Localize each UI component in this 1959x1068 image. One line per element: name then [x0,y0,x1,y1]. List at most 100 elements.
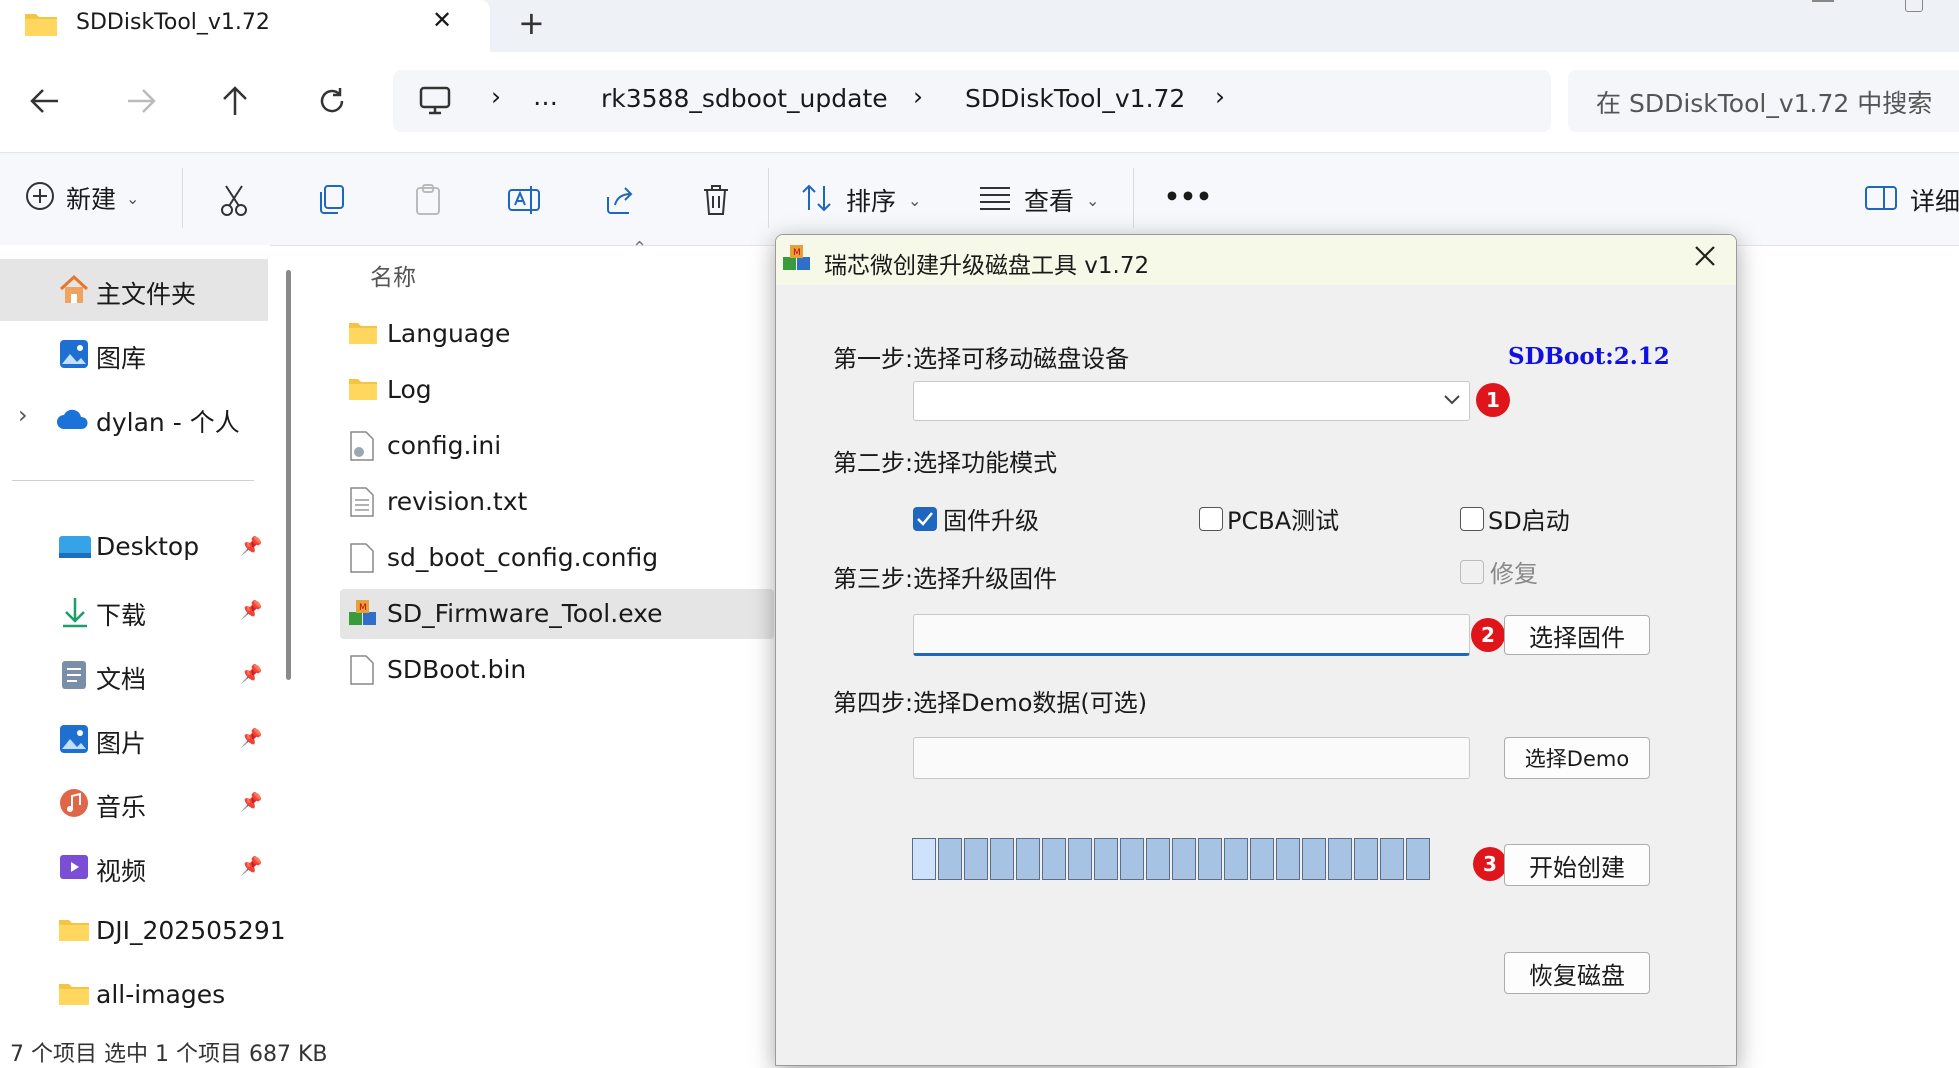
dialog-titlebar[interactable]: M 瑞芯微创建升级磁盘工具 v1.72 [776,235,1736,285]
sidebar-item-onedrive[interactable]: › dylan - 个人 [0,387,268,449]
maximize-icon[interactable] [1905,0,1923,12]
sidebar-label: all-images [96,980,226,1009]
sidebar-scrollbar[interactable] [286,270,291,680]
dialog-close-icon[interactable] [1692,243,1718,273]
sidebar-item-downloads[interactable]: 下载 📌 [0,580,268,642]
pin-icon[interactable]: 📌 [240,856,262,877]
sidebar-item-music[interactable]: 音乐 📌 [0,772,268,834]
demo-path-field[interactable] [913,737,1470,779]
sd-boot-checkbox[interactable]: SD启动 [1460,501,1570,536]
cut-icon[interactable] [214,180,254,220]
file-name: SDBoot.bin [387,655,527,684]
progress-segment [964,838,988,880]
select-demo-button[interactable]: 选择Demo [1504,737,1650,779]
details-button[interactable]: 详细 [1864,182,1959,218]
sidebar-label: Desktop [96,532,200,561]
app-exe-icon: M [347,598,379,634]
file-name: sd_boot_config.config [387,543,659,572]
sidebar-item-desktop[interactable]: Desktop 📌 [0,516,268,578]
pin-icon[interactable]: 📌 [240,728,262,749]
progress-segment [1120,838,1144,880]
chevron-right-icon[interactable]: › [1215,82,1225,111]
pin-icon[interactable]: 📌 [240,536,262,557]
start-create-button[interactable]: 开始创建 [1504,844,1650,886]
pin-icon[interactable]: 📌 [240,664,262,685]
breadcrumb-sddisktool[interactable]: SDDiskTool_v1.72 [965,84,1185,113]
new-button[interactable]: 新建 ⌄ [24,180,139,216]
refresh-icon[interactable] [316,85,348,121]
file-row[interactable]: revision.txt [340,477,774,527]
sidebar-item-gallery[interactable]: 图库 [0,323,268,385]
sidebar-item-documents[interactable]: 文档 📌 [0,644,268,706]
copy-icon[interactable] [311,180,351,220]
sidebar-label: 视频 [96,857,147,886]
checkbox-checked[interactable] [913,506,937,531]
sidebar-item-dji-folder[interactable]: DJI_202505291 [0,900,286,962]
sidebar-item-all-images[interactable]: all-images [0,964,268,1026]
folder-icon [58,981,90,1011]
paste-icon[interactable] [408,180,448,220]
sidebar-item-home[interactable]: 主文件夹 [0,259,268,321]
sidebar-label: DJI_202505291 [96,916,286,945]
breadcrumb-rk3588[interactable]: rk3588_sdboot_update [601,84,888,113]
more-options-button[interactable]: ••• [1164,182,1212,211]
document-icon [60,659,88,695]
minimize-icon[interactable] [1812,0,1834,2]
column-header-name[interactable]: 名称 [370,258,416,292]
tab-close-icon[interactable]: ✕ [432,6,452,34]
breadcrumb-overflow[interactable]: … [533,82,558,111]
progress-segment [938,838,962,880]
forward-icon[interactable] [124,86,158,120]
sidebar-label: 主文件夹 [96,280,197,309]
text-file-icon [348,486,376,522]
search-box[interactable]: 在 SDDiskTool_v1.72 中搜索 [1568,70,1959,132]
progress-segment [1380,838,1404,880]
firmware-path-field[interactable] [913,614,1470,656]
checkbox-disabled [1460,559,1484,584]
file-row-selected[interactable]: M SD_Firmware_Tool.exe [340,589,774,639]
pcba-test-checkbox[interactable]: PCBA测试 [1199,501,1339,536]
sort-button[interactable]: 排序 ⌄ [800,182,921,218]
sidebar-item-pictures[interactable]: 图片 📌 [0,708,268,770]
sidebar-label: 图库 [96,344,147,373]
file-row[interactable]: SDBoot.bin [340,645,774,695]
restore-disk-button[interactable]: 恢复磁盘 [1504,952,1650,994]
firmware-upgrade-checkbox[interactable]: 固件升级 [913,501,1039,536]
checkbox[interactable] [1199,506,1223,531]
step4-label: 第四步:选择Demo数据(可选) [833,689,1148,717]
back-icon[interactable] [28,86,62,120]
disk-device-select[interactable] [913,381,1470,421]
sidebar-item-videos[interactable]: 视频 📌 [0,836,268,898]
music-icon [58,787,90,823]
progress-segment [1016,838,1040,880]
file-row[interactable]: sd_boot_config.config [340,533,774,583]
sidebar-label: 音乐 [96,793,147,822]
pin-icon[interactable]: 📌 [240,792,262,813]
rename-icon[interactable] [504,180,544,220]
file-row[interactable]: config.ini [340,421,774,471]
status-text: 7 个项目 选中 1 个项目 687 KB [10,1042,328,1067]
computer-icon [419,86,451,120]
tab-active[interactable]: SDDiskTool_v1.72 ✕ [0,0,490,52]
divider [1133,168,1134,228]
gallery-icon [58,338,90,374]
plus-circle-icon [24,180,56,216]
new-tab-button[interactable]: + [518,4,545,42]
chevron-right-icon[interactable]: › [18,401,28,429]
progress-segment [1172,838,1196,880]
view-button[interactable]: 查看 ⌄ [978,182,1099,218]
search-input[interactable]: 在 SDDiskTool_v1.72 中搜索 [1596,84,1932,120]
up-icon[interactable] [220,84,250,122]
address-bar[interactable]: › … rk3588_sdboot_update › SDDiskTool_v1… [393,70,1551,132]
file-row[interactable]: Log [340,365,774,415]
share-icon[interactable] [600,180,640,220]
progress-bar [912,838,1470,884]
file-row[interactable]: Language [340,309,774,359]
repair-checkbox[interactable]: 修复 [1460,554,1538,589]
delete-icon[interactable] [696,180,736,220]
checkbox[interactable] [1460,506,1484,531]
file-name: revision.txt [387,487,528,516]
select-firmware-button[interactable]: 选择固件 [1504,615,1650,655]
pin-icon[interactable]: 📌 [240,600,262,621]
sd-disk-tool-dialog: M 瑞芯微创建升级磁盘工具 v1.72 SDBoot:2.12 第一步:选择可移… [775,234,1737,1066]
